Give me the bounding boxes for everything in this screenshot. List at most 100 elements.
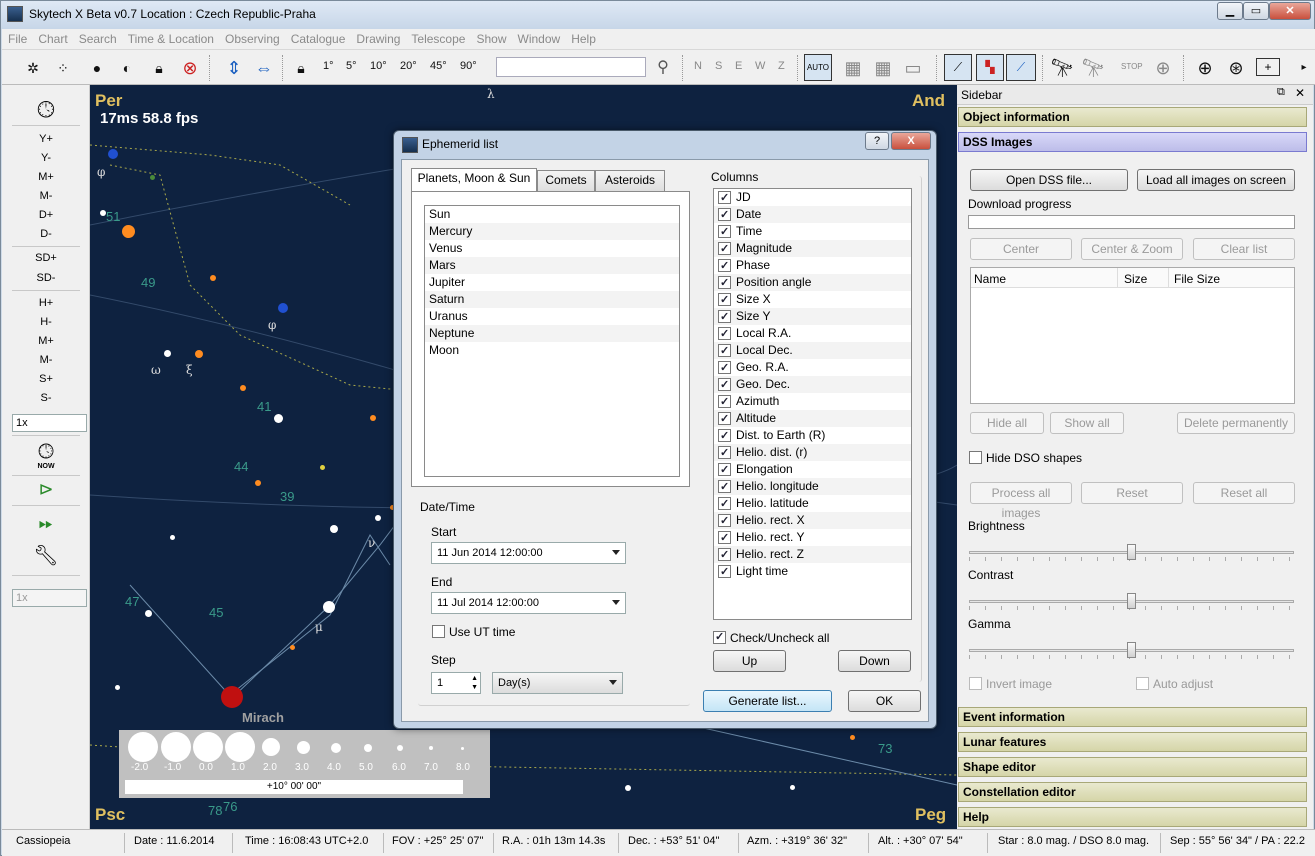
star[interactable] [115, 685, 120, 690]
hide-all-button[interactable]: Hide all [970, 412, 1044, 434]
fast-forward-icon[interactable]: ⏩︎ [2, 513, 90, 534]
auto-grid-button[interactable]: AUTO [804, 54, 832, 81]
star[interactable] [323, 601, 335, 613]
column-checkbox[interactable] [718, 564, 731, 581]
section-object-information[interactable]: Object information [958, 107, 1307, 127]
generate-list-button[interactable]: Generate list... [703, 690, 832, 712]
play-icon[interactable]: ⊳ [2, 479, 90, 500]
column-checkbox[interactable] [718, 360, 731, 377]
column-checkbox[interactable] [718, 258, 731, 275]
hour-minus-button[interactable]: H- [2, 316, 90, 328]
search-input[interactable] [496, 57, 646, 77]
menu-observing[interactable]: Observing [219, 29, 285, 46]
column-checkbox[interactable] [718, 275, 731, 292]
telescope-icon[interactable]: 🔭︎ [1049, 55, 1075, 81]
horizon-grid-icon[interactable]: ▭ [900, 55, 926, 81]
list-item[interactable]: Sun [425, 206, 679, 223]
step-unit-select[interactable]: Day(s) [492, 672, 623, 694]
column-item[interactable]: Light time [714, 563, 911, 581]
star[interactable] [164, 350, 171, 357]
cancel-icon[interactable]: ⊗ [177, 55, 203, 81]
column-item[interactable]: Helio. longitude [714, 478, 911, 496]
column-checkbox[interactable] [718, 445, 731, 462]
menu-window[interactable]: Window [512, 29, 566, 46]
column-checkbox[interactable] [718, 326, 731, 343]
column-checkbox[interactable] [718, 309, 731, 326]
float-icon[interactable]: ⧉ [1277, 86, 1285, 99]
search-icon[interactable]: ⚲ [650, 55, 676, 81]
column-checkbox[interactable] [718, 241, 731, 258]
center-button[interactable]: Center [970, 238, 1072, 260]
zoom-out-stars-icon[interactable]: ⁘ [50, 55, 76, 81]
telescope-disconnect-icon[interactable]: 🔭︎ [1080, 55, 1106, 81]
section-shape-editor[interactable]: Shape editor [958, 757, 1307, 777]
use-ut-checkbox[interactable] [432, 625, 445, 638]
column-item[interactable]: Position angle [714, 274, 911, 292]
star[interactable] [210, 275, 216, 281]
star-mirach[interactable] [221, 686, 243, 708]
column-item[interactable]: Azimuth [714, 393, 911, 411]
menu-help[interactable]: Help [565, 29, 601, 46]
menu-telescope[interactable]: Telescope [405, 29, 470, 46]
star[interactable] [370, 415, 376, 421]
section-dss-images[interactable]: DSS Images [958, 132, 1307, 152]
object-list[interactable]: Sun Mercury Venus Mars Jupiter Saturn Ur… [424, 205, 680, 477]
now-clock-icon[interactable]: 🕓︎ [2, 441, 90, 464]
planet-icon[interactable]: ● [84, 55, 110, 81]
star[interactable] [274, 414, 283, 423]
column-item[interactable]: Altitude [714, 410, 911, 428]
start-datetime-input[interactable]: 11 Jun 2014 12:00:00 [431, 542, 626, 564]
menu-time-location[interactable]: Time & Location [122, 29, 219, 46]
west-button[interactable]: W [755, 60, 765, 72]
target-icon[interactable]: ⊛ [1223, 55, 1249, 81]
zenith-button[interactable]: Z [778, 60, 785, 72]
column-checkbox[interactable] [718, 496, 731, 513]
reset-button[interactable]: Reset [1081, 482, 1183, 504]
show-all-button[interactable]: Show all [1050, 412, 1124, 434]
column-item[interactable]: Helio. dist. (r) [714, 444, 911, 462]
constellation-boundaries-icon[interactable]: ▚ [976, 54, 1004, 81]
second-plus-button[interactable]: S+ [2, 373, 90, 385]
zoom-in-stars-icon[interactable]: ✲ [20, 55, 46, 81]
open-dss-file-button[interactable]: Open DSS file... [970, 169, 1128, 191]
column-checkbox[interactable] [718, 224, 731, 241]
column-item[interactable]: Helio. rect. X [714, 512, 911, 530]
list-item[interactable]: Neptune [425, 325, 679, 342]
sidereal-day-plus-button[interactable]: SD+ [2, 252, 90, 264]
dialog-close-button[interactable]: X [891, 132, 931, 150]
fov-90-button[interactable]: 90° [460, 60, 477, 72]
menu-file[interactable]: File [2, 29, 32, 46]
column-checkbox[interactable] [718, 411, 731, 428]
ok-button[interactable]: OK [848, 690, 921, 712]
fov-1-button[interactable]: 1° [323, 60, 334, 72]
fov-20-button[interactable]: 20° [400, 60, 417, 72]
star[interactable] [150, 175, 155, 180]
column-checkbox[interactable] [718, 377, 731, 394]
clear-list-button[interactable]: Clear list [1193, 238, 1295, 260]
star[interactable] [195, 350, 203, 358]
dss-image-list[interactable]: Name Size File Size [970, 267, 1295, 404]
column-item[interactable]: Local R.A. [714, 325, 911, 343]
section-lunar-features[interactable]: Lunar features [958, 732, 1307, 752]
star[interactable] [625, 785, 631, 791]
spin-arrows-icon[interactable]: ▲ ▼ [471, 674, 478, 692]
north-button[interactable]: N [694, 60, 702, 72]
year-plus-button[interactable]: Y+ [2, 133, 90, 145]
slider-thumb[interactable] [1127, 544, 1136, 560]
column-checkbox[interactable] [718, 292, 731, 309]
hour-plus-button[interactable]: H+ [2, 297, 90, 309]
east-button[interactable]: E [735, 60, 742, 72]
column-checkbox[interactable] [718, 190, 731, 207]
column-item[interactable]: Helio. latitude [714, 495, 911, 513]
star[interactable] [122, 225, 135, 238]
menu-chart[interactable]: Chart [32, 29, 72, 46]
star[interactable] [278, 303, 288, 313]
column-item[interactable]: Geo. R.A. [714, 359, 911, 377]
star[interactable] [375, 515, 381, 521]
second-minus-button[interactable]: S- [2, 392, 90, 404]
fov-10-button[interactable]: 10° [370, 60, 387, 72]
col-name-header[interactable]: Name [974, 272, 1006, 286]
animation-speed-spinbox[interactable]: 1x [12, 589, 87, 607]
minute-minus-button[interactable]: M- [2, 354, 90, 366]
star[interactable] [170, 535, 175, 540]
